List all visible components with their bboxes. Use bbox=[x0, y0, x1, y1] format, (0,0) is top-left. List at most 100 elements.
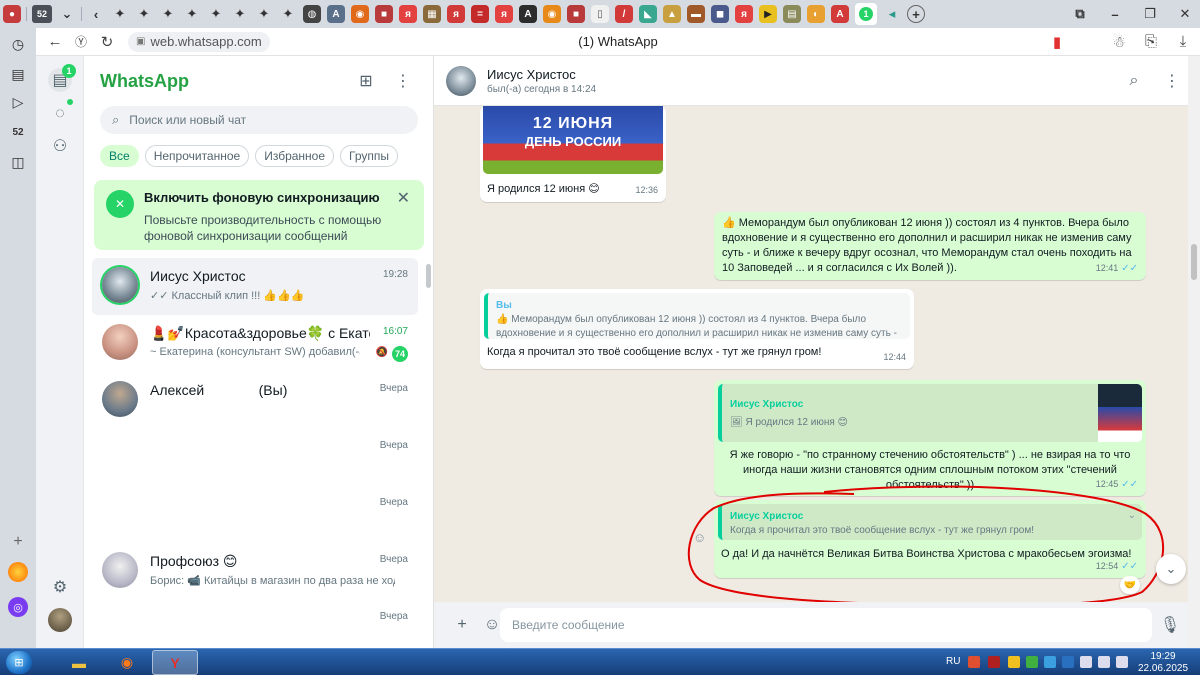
tab-favicon[interactable]: я bbox=[495, 5, 513, 23]
network-icon[interactable] bbox=[1116, 656, 1128, 668]
message-outgoing[interactable]: Иисус Христос 🖼 Я родился 12 июня 😊 Я же… bbox=[714, 380, 1146, 496]
tab-favicon[interactable]: ■ bbox=[375, 5, 393, 23]
tab-pinned-icon[interactable]: ✦ bbox=[183, 5, 201, 23]
tab-favicon[interactable]: ▯ bbox=[591, 5, 609, 23]
tray-icon[interactable] bbox=[1062, 656, 1074, 668]
tab-favicon[interactable]: ◉ bbox=[351, 5, 369, 23]
new-tab-button[interactable]: + bbox=[907, 5, 925, 23]
yandex-app-icon[interactable] bbox=[8, 562, 28, 582]
chat-item[interactable]: Профсоюз 😊 Вчера Борис: 📹 Китайцы в мага… bbox=[92, 543, 418, 600]
chat-item[interactable]: Вчера bbox=[92, 600, 418, 648]
tab-favicon[interactable]: ▲ bbox=[663, 5, 681, 23]
quoted-message[interactable]: Иисус Христос 🖼 Я родился 12 июня 😊 bbox=[718, 384, 1142, 442]
tab-favicon[interactable]: ▦ bbox=[423, 5, 441, 23]
tabs-count-icon[interactable]: 52 bbox=[8, 122, 28, 142]
collections-icon[interactable]: ▤ bbox=[8, 64, 28, 84]
search-icon[interactable]: ⌕ bbox=[1122, 69, 1146, 93]
filter-favorites[interactable]: Избранное bbox=[255, 145, 335, 167]
tray-icon[interactable] bbox=[988, 656, 1000, 668]
chat-item[interactable]: Алексей (Вы) Вчера bbox=[92, 372, 418, 429]
reload-button[interactable]: ↻ bbox=[94, 29, 120, 55]
scroll-down-button[interactable]: ⌄ bbox=[1156, 554, 1186, 584]
tab-pinned-icon[interactable]: ✦ bbox=[111, 5, 129, 23]
tab-favicon[interactable]: ◂ bbox=[883, 5, 901, 23]
tab-favicon[interactable]: A bbox=[327, 5, 345, 23]
sync-banner[interactable]: ✕ Включить фоновую синхронизацию Повысьт… bbox=[94, 180, 424, 250]
search-input[interactable]: ⌕ Поиск или новый чат bbox=[100, 106, 418, 134]
maximize-button[interactable]: ❐ bbox=[1141, 5, 1159, 23]
tab-whatsapp-active[interactable]: 1 bbox=[855, 3, 877, 25]
communities-icon[interactable]: ⚇ bbox=[48, 134, 72, 158]
chat-item[interactable]: Иисус Христос 19:28 ✓✓ Классный клип !!!… bbox=[92, 258, 418, 315]
tab-favicon[interactable]: ■ bbox=[567, 5, 585, 23]
message-incoming[interactable]: Вы 👍 Меморандум был опубликован 12 июня … bbox=[480, 289, 914, 369]
message-incoming[interactable]: 12 ИЮНЯ ДЕНЬ РОССИИ Я родился 12 июня 😊 … bbox=[480, 106, 666, 202]
conversation-header[interactable]: Иисус Христос был(-а) сегодня в 14:24 ⌕ … bbox=[434, 56, 1200, 106]
tab-favicon[interactable]: / bbox=[615, 5, 633, 23]
start-button[interactable]: ⊞ bbox=[6, 651, 32, 674]
message-image[interactable]: 12 ИЮНЯ ДЕНЬ РОССИИ bbox=[483, 106, 663, 174]
downloads-icon[interactable]: ◫ bbox=[8, 152, 28, 172]
filter-groups[interactable]: Группы bbox=[340, 145, 399, 167]
message-input[interactable]: Введите сообщение bbox=[500, 608, 1152, 642]
tab-favicon[interactable]: ◣ bbox=[639, 5, 657, 23]
tab-pinned-icon[interactable]: ✦ bbox=[159, 5, 177, 23]
minimize-button[interactable]: – bbox=[1106, 5, 1124, 23]
menu-icon[interactable]: ⋮ bbox=[391, 69, 415, 93]
status-icon[interactable]: ◌ bbox=[48, 102, 72, 126]
tab-favicon[interactable]: ◐ bbox=[807, 5, 825, 23]
volume-icon[interactable] bbox=[1080, 656, 1092, 668]
extension-icon[interactable]: ☃ bbox=[1106, 29, 1132, 55]
tabs-dropdown-icon[interactable]: ⌄ bbox=[58, 5, 76, 23]
microphone-icon[interactable]: 🎙 bbox=[1160, 615, 1180, 635]
bookmark-icon[interactable]: ▮ bbox=[1044, 29, 1070, 55]
tab-favicon[interactable]: ▬ bbox=[687, 5, 705, 23]
tab-favicon[interactable]: ▶ bbox=[759, 5, 777, 23]
back-button[interactable]: ← bbox=[42, 29, 68, 55]
attach-plus-icon[interactable]: + bbox=[452, 615, 472, 635]
tray-icon[interactable] bbox=[1008, 656, 1020, 668]
profile-avatar[interactable] bbox=[48, 608, 72, 632]
chat-item[interactable]: Вчера bbox=[92, 486, 418, 543]
explorer-taskbar-icon[interactable]: ▬ bbox=[56, 650, 102, 675]
tab-favicon[interactable]: ◍ bbox=[303, 5, 321, 23]
downloads-icon[interactable]: ⤓ bbox=[1170, 29, 1196, 55]
reader-icon[interactable]: ⎘ bbox=[1138, 29, 1164, 55]
new-chat-icon[interactable]: ⊞ bbox=[354, 69, 378, 93]
tab-count-button[interactable]: 52 bbox=[32, 5, 52, 23]
yandex-browser-taskbar-icon[interactable]: Y bbox=[152, 650, 198, 675]
firefox-taskbar-icon[interactable]: ◉ bbox=[104, 650, 150, 675]
message-outgoing[interactable]: 👍 Меморандум был опубликован 12 июня )) … bbox=[714, 212, 1146, 280]
alice-icon[interactable]: ◎ bbox=[8, 597, 28, 617]
collections-icon[interactable]: ⧉ bbox=[1071, 5, 1089, 23]
menu-icon[interactable]: ⋮ bbox=[1160, 69, 1184, 93]
tab-pinned-icon[interactable]: ✦ bbox=[231, 5, 249, 23]
close-window-button[interactable]: ✕ bbox=[1176, 5, 1194, 23]
add-panel-icon[interactable]: + bbox=[8, 532, 28, 552]
tab-favicon[interactable]: я bbox=[399, 5, 417, 23]
url-field[interactable]: ▣ web.whatsapp.com bbox=[128, 31, 270, 52]
tray-icon[interactable] bbox=[1044, 656, 1056, 668]
tab-back-icon[interactable]: ‹ bbox=[87, 5, 105, 23]
chat-item[interactable]: 💄💅Красота&здоровье🍀 с Екатери... 16:07 ~… bbox=[92, 315, 418, 372]
tab-favicon[interactable]: я bbox=[735, 5, 753, 23]
filter-unread[interactable]: Непрочитанное bbox=[144, 145, 250, 167]
clock[interactable]: 19:29 22.06.2025 bbox=[1133, 651, 1193, 675]
tab-favicon[interactable]: A bbox=[519, 5, 537, 23]
conversation-scrollbar[interactable] bbox=[1188, 56, 1200, 648]
close-icon[interactable]: ✕ bbox=[397, 188, 410, 208]
language-indicator[interactable]: RU bbox=[946, 656, 960, 667]
tab-favicon[interactable]: ▤ bbox=[783, 5, 801, 23]
video-icon[interactable]: ▷ bbox=[8, 92, 28, 112]
browser-profile-icon[interactable]: ● bbox=[3, 5, 21, 23]
scrollbar-thumb[interactable] bbox=[1191, 244, 1197, 280]
tab-favicon[interactable]: я bbox=[447, 5, 465, 23]
tray-icon[interactable] bbox=[968, 656, 980, 668]
tab-pinned-icon[interactable]: ✦ bbox=[255, 5, 273, 23]
tab-pinned-icon[interactable]: ✦ bbox=[279, 5, 297, 23]
chat-list-scrollbar[interactable] bbox=[426, 264, 431, 288]
settings-icon[interactable]: ⚙ bbox=[48, 575, 72, 599]
tab-pinned-icon[interactable]: ✦ bbox=[207, 5, 225, 23]
tab-favicon[interactable]: = bbox=[471, 5, 489, 23]
contact-avatar[interactable] bbox=[446, 66, 476, 96]
